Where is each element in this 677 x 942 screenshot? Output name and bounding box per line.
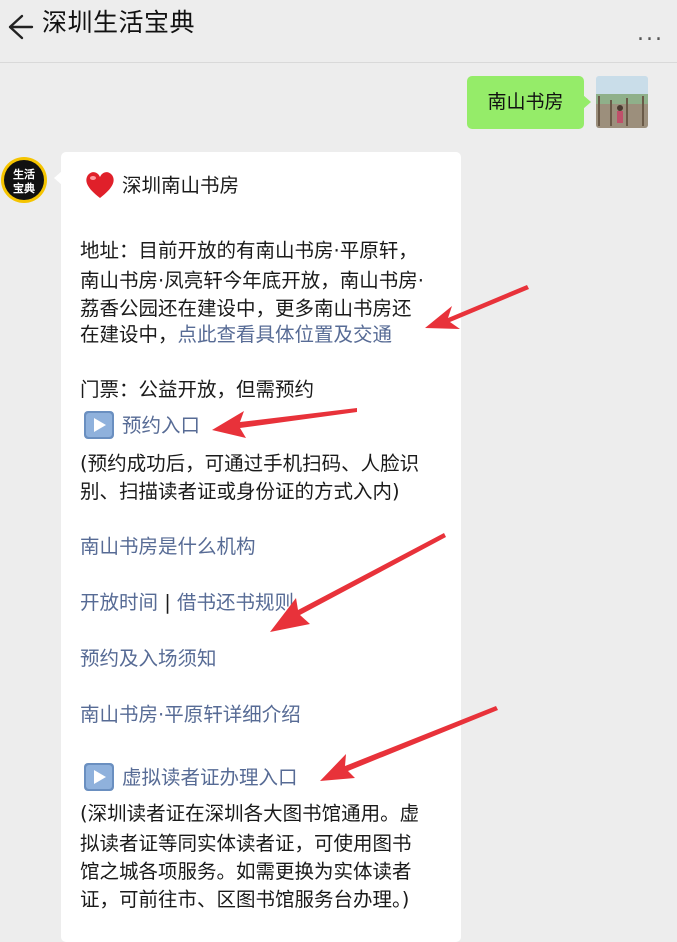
location-link[interactable]: 点此查看具体位置及交通 bbox=[178, 323, 393, 346]
user-message-bubble[interactable]: 南山书房 bbox=[467, 76, 591, 129]
play-icon[interactable] bbox=[83, 410, 115, 440]
opening-hours-link[interactable]: 开放时间 bbox=[80, 591, 158, 614]
ticket-info: 门票：公益开放，但需预约 bbox=[80, 378, 315, 401]
virtual-note-line: 馆之城各项服务。如需更换为实体读者 bbox=[80, 860, 412, 883]
booking-note-line: 别、扫描读者证或身份证的方式入内) bbox=[80, 480, 400, 503]
what-is-link[interactable]: 南山书房是什么机构 bbox=[80, 532, 256, 562]
address-line: 南山书房·凤亮轩今年底开放，南山书房· bbox=[80, 269, 424, 292]
bot-avatar-logo: 生活 宝典 bbox=[1, 157, 47, 203]
reply-title: 深圳南山书房 bbox=[122, 174, 240, 197]
separator: | bbox=[158, 591, 177, 614]
bot-avatar[interactable]: 生活 宝典 bbox=[0, 156, 48, 204]
bot-avatar-text-top: 生活 bbox=[13, 167, 35, 181]
virtual-note-line: (深圳读者证在深圳各大图书馆通用。虚 bbox=[80, 802, 420, 825]
arrow-left-icon bbox=[8, 14, 34, 40]
more-dots-icon[interactable]: ... bbox=[637, 23, 671, 45]
user-avatar-photo bbox=[596, 76, 648, 128]
virtual-card-link[interactable]: 虚拟读者证办理入口 bbox=[122, 763, 298, 793]
back-button[interactable] bbox=[2, 10, 36, 44]
heart-icon bbox=[86, 172, 114, 198]
top-bar: 深圳生活宝典 ... bbox=[0, 0, 677, 63]
address-line: 地址：目前开放的有南山书房·平原轩， bbox=[80, 239, 418, 262]
address-line-last: 在建设中，点此查看具体位置及交通 bbox=[80, 320, 392, 350]
reply-bubble: 深圳南山书房 地址：目前开放的有南山书房·平原轩， 南山书房·凤亮轩今年底开放，… bbox=[54, 152, 461, 942]
booking-note-line: (预约成功后，可通过手机扫码、人脸识 bbox=[80, 452, 420, 475]
borrow-rules-link[interactable]: 借书还书规则 bbox=[177, 591, 294, 614]
play-icon[interactable] bbox=[83, 762, 115, 792]
user-avatar[interactable] bbox=[596, 76, 648, 128]
address-prefix: 在建设中， bbox=[80, 323, 178, 346]
virtual-note-line: 拟读者证等同实体读者证，可使用图书 bbox=[80, 832, 412, 855]
pingyuan-intro-link[interactable]: 南山书房·平原轩详细介绍 bbox=[80, 700, 301, 730]
hours-and-rules-line: 开放时间 | 借书还书规则 bbox=[80, 588, 294, 618]
booking-link[interactable]: 预约入口 bbox=[122, 411, 200, 441]
entry-notice-link[interactable]: 预约及入场须知 bbox=[80, 644, 217, 674]
page-title: 深圳生活宝典 bbox=[42, 8, 196, 37]
bot-avatar-text-bottom: 宝典 bbox=[13, 181, 35, 195]
virtual-note-line: 证，可前往市、区图书馆服务台办理。) bbox=[80, 888, 410, 911]
